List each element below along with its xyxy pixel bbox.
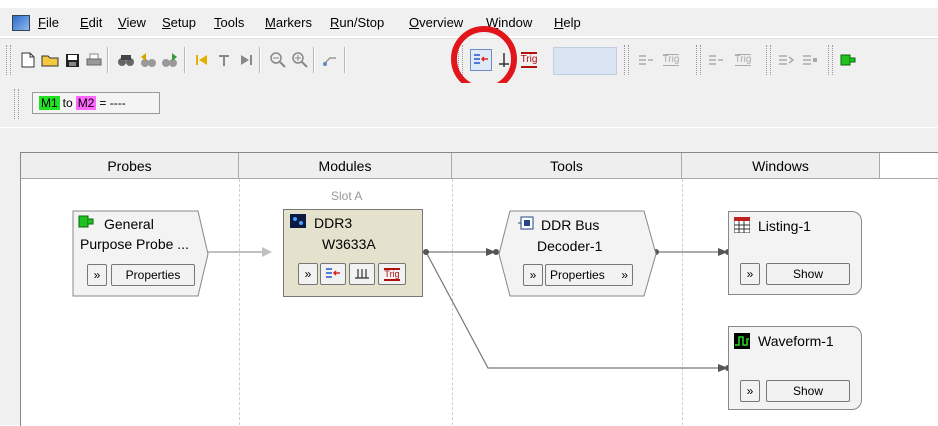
tool-title-line2: Decoder-1 (537, 238, 603, 254)
probe-title-line2: Purpose Probe ... (80, 236, 189, 252)
module-listing-button[interactable] (320, 263, 346, 285)
listing-icon (733, 216, 751, 236)
waveform-window-title: Waveform-1 (758, 333, 834, 349)
probe-expand-button[interactable]: » (87, 264, 107, 286)
module-waveform-button[interactable] (349, 263, 375, 285)
probe-properties-button[interactable]: Properties (111, 264, 195, 286)
waveform-icon (734, 333, 750, 352)
listing-show-button[interactable]: Show (766, 263, 850, 285)
waveform-expand-button[interactable]: » (740, 380, 760, 402)
probe-title-line1: General (104, 216, 154, 232)
module-title-line1: DDR3 (314, 215, 353, 231)
tool-expand-button[interactable]: » (523, 264, 543, 286)
module-trig-button[interactable]: Trig (378, 263, 406, 285)
tool-title-line1: DDR Bus (541, 217, 600, 233)
module-title-line2: W3633A (322, 236, 376, 252)
tool-properties-chevron: » (621, 268, 628, 282)
module-icon (290, 214, 306, 231)
module-expand-button[interactable]: » (298, 263, 318, 285)
probe-green-icon (78, 215, 94, 229)
tool-properties-button[interactable]: Properties » (545, 264, 633, 286)
waveform-show-button[interactable]: Show (766, 380, 850, 402)
tool-properties-label: Properties (550, 268, 605, 282)
listing-window-title: Listing-1 (758, 218, 811, 234)
decoder-icon (518, 216, 534, 233)
listing-expand-button[interactable]: » (740, 263, 760, 285)
